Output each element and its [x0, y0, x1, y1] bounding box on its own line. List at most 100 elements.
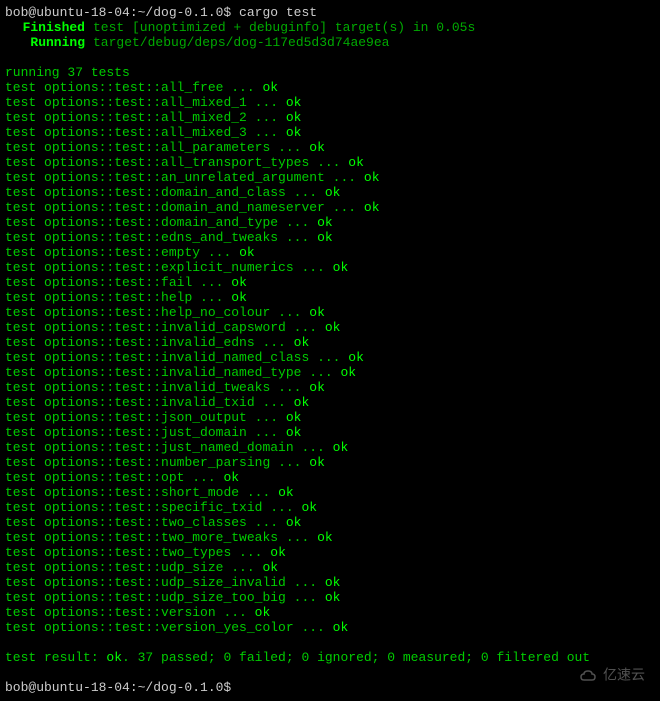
test-dots: ...	[255, 335, 294, 350]
test-result-row: test options::test::an_unrelated_argumen…	[5, 170, 655, 185]
test-dots: ...	[247, 110, 286, 125]
test-result-row: test options::test::all_mixed_3 ... ok	[5, 125, 655, 140]
test-result-row: test options::test::opt ... ok	[5, 470, 655, 485]
test-name: options::test::two_types	[44, 545, 231, 560]
test-result-row: test options::test::just_domain ... ok	[5, 425, 655, 440]
test-result-row: test options::test::invalid_named_type .…	[5, 365, 655, 380]
test-status-ok: ok	[325, 590, 341, 605]
test-status-ok: ok	[333, 440, 349, 455]
test-status-ok: ok	[231, 275, 247, 290]
test-name: options::test::two_classes	[44, 515, 247, 530]
test-dots: ...	[286, 590, 325, 605]
test-prefix: test	[5, 485, 44, 500]
test-dots: ...	[309, 350, 348, 365]
finished-text: test [unoptimized + debuginfo] target(s)…	[85, 20, 475, 35]
test-result-row: test options::test::help ... ok	[5, 290, 655, 305]
test-prefix: test	[5, 530, 44, 545]
test-prefix: test	[5, 110, 44, 125]
test-result-row: test options::test::domain_and_type ... …	[5, 215, 655, 230]
test-dots: ...	[223, 560, 262, 575]
test-result-row: test options::test::version ... ok	[5, 605, 655, 620]
test-name: options::test::domain_and_class	[44, 185, 286, 200]
test-prefix: test	[5, 410, 44, 425]
test-dots: ...	[270, 305, 309, 320]
test-status-ok: ok	[364, 170, 380, 185]
test-status-ok: ok	[301, 500, 317, 515]
test-status-ok: ok	[348, 350, 364, 365]
test-name: options::test::edns_and_tweaks	[44, 230, 278, 245]
test-prefix: test	[5, 545, 44, 560]
test-name: options::test::invalid_tweaks	[44, 380, 270, 395]
test-name: options::test::explicit_numerics	[44, 260, 294, 275]
test-name: options::test::invalid_named_type	[44, 365, 301, 380]
test-prefix: test	[5, 230, 44, 245]
running-text: target/debug/deps/dog-117ed5d3d74ae9ea	[85, 35, 389, 50]
test-result-row: test options::test::fail ... ok	[5, 275, 655, 290]
test-dots: ...	[239, 485, 278, 500]
test-dots: ...	[223, 80, 262, 95]
test-status-ok: ok	[223, 470, 239, 485]
test-result-row: test options::test::empty ... ok	[5, 245, 655, 260]
test-dots: ...	[247, 95, 286, 110]
test-dots: ...	[247, 515, 286, 530]
test-name: options::test::udp_size_too_big	[44, 590, 286, 605]
test-prefix: test	[5, 620, 44, 635]
test-result-row: test options::test::explicit_numerics ..…	[5, 260, 655, 275]
test-result-row: test options::test::invalid_capsword ...…	[5, 320, 655, 335]
test-prefix: test	[5, 575, 44, 590]
finished-label: Finished	[5, 20, 85, 35]
test-name: options::test::just_named_domain	[44, 440, 294, 455]
test-prefix: test	[5, 560, 44, 575]
test-name: options::test::all_mixed_3	[44, 125, 247, 140]
test-prefix: test	[5, 500, 44, 515]
test-name: options::test::two_more_tweaks	[44, 530, 278, 545]
test-status-ok: ok	[286, 410, 302, 425]
test-dots: ...	[216, 605, 255, 620]
test-status-ok: ok	[270, 545, 286, 560]
cloud-icon	[579, 666, 599, 686]
test-result-row: test options::test::invalid_named_class …	[5, 350, 655, 365]
test-result-row: test options::test::invalid_tweaks ... o…	[5, 380, 655, 395]
test-result-row: test options::test::edns_and_tweaks ... …	[5, 230, 655, 245]
prompt-line-2[interactable]: bob@ubuntu-18-04:~/dog-0.1.0$	[5, 680, 655, 695]
test-status-ok: ok	[286, 125, 302, 140]
test-prefix: test	[5, 515, 44, 530]
test-result-row: test options::test::all_transport_types …	[5, 155, 655, 170]
test-prefix: test	[5, 455, 44, 470]
test-dots: ...	[286, 575, 325, 590]
test-status-ok: ok	[309, 140, 325, 155]
blank-line	[5, 635, 655, 650]
running-label: Running	[5, 35, 85, 50]
test-prefix: test	[5, 185, 44, 200]
test-dots: ...	[309, 155, 348, 170]
test-result-row: test options::test::domain_and_nameserve…	[5, 200, 655, 215]
test-status-ok: ok	[309, 455, 325, 470]
test-name: options::test::json_output	[44, 410, 247, 425]
test-status-ok: ok	[309, 380, 325, 395]
test-prefix: test	[5, 305, 44, 320]
test-status-ok: ok	[333, 260, 349, 275]
test-name: options::test::short_mode	[44, 485, 239, 500]
test-status-ok: ok	[325, 320, 341, 335]
test-dots: ...	[184, 470, 223, 485]
test-name: options::test::all_mixed_2	[44, 110, 247, 125]
test-status-ok: ok	[294, 335, 310, 350]
test-status-ok: ok	[317, 230, 333, 245]
test-name: options::test::invalid_edns	[44, 335, 255, 350]
test-result-row: test options::test::invalid_txid ... ok	[5, 395, 655, 410]
test-result-row: test options::test::two_classes ... ok	[5, 515, 655, 530]
test-result-row: test options::test::just_named_domain ..…	[5, 440, 655, 455]
test-dots: ...	[247, 425, 286, 440]
test-name: options::test::domain_and_type	[44, 215, 278, 230]
test-dots: ...	[325, 170, 364, 185]
watermark: 亿速云	[579, 666, 645, 686]
prompt-line-1: bob@ubuntu-18-04:~/dog-0.1.0$ cargo test	[5, 5, 655, 20]
test-result-row: test options::test::two_types ... ok	[5, 545, 655, 560]
test-result-row: test options::test::all_parameters ... o…	[5, 140, 655, 155]
test-name: options::test::specific_txid	[44, 500, 262, 515]
test-name: options::test::opt	[44, 470, 184, 485]
test-name: options::test::empty	[44, 245, 200, 260]
test-name: options::test::help_no_colour	[44, 305, 270, 320]
test-result-row: test options::test::all_free ... ok	[5, 80, 655, 95]
watermark-text: 亿速云	[603, 667, 645, 683]
